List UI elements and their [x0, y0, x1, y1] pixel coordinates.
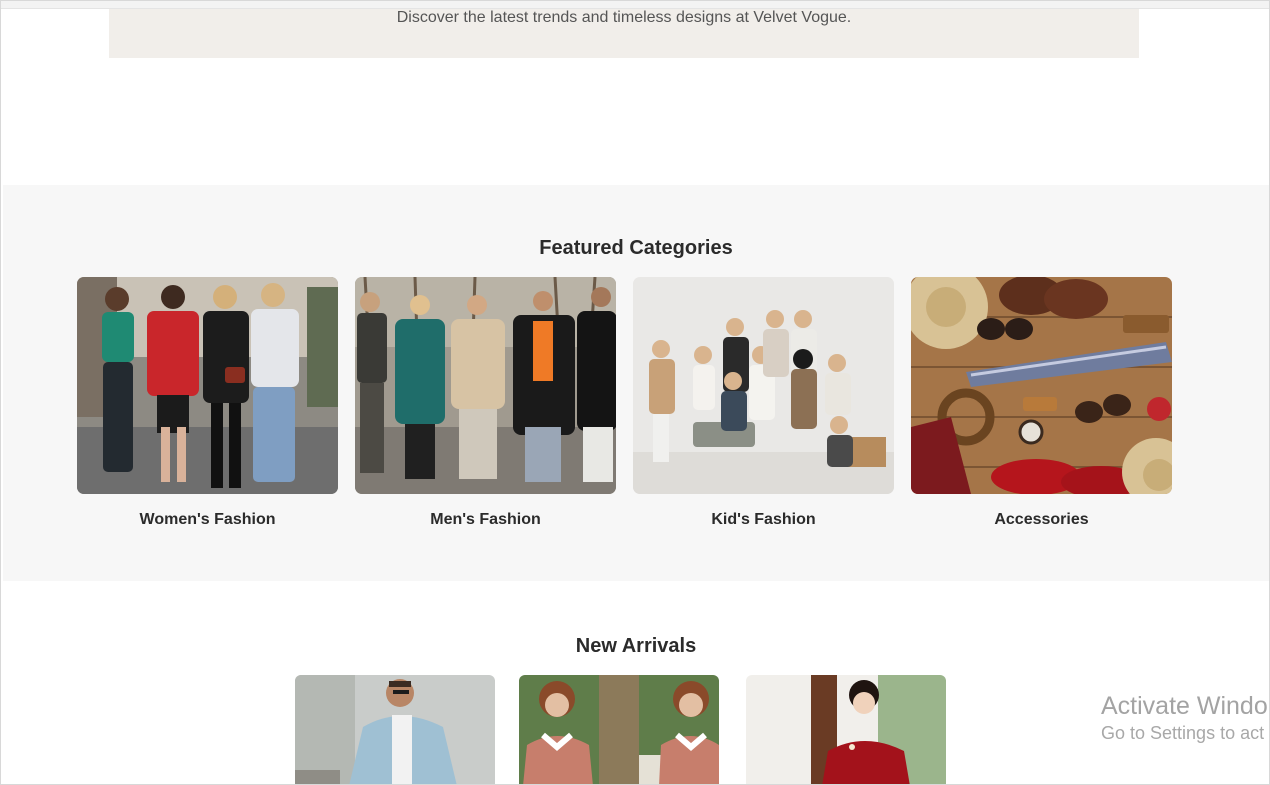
product-card[interactable]: [295, 675, 495, 785]
windows-activation-watermark: Activate Windo Go to Settings to act: [1101, 691, 1268, 745]
new-arrivals-title: New Arrivals: [575, 635, 697, 657]
accessories-label[interactable]: Accessories: [911, 511, 1172, 529]
hero-subtitle: Discover the latest trends and timeless …: [396, 9, 852, 26]
hero-banner: Discover the latest trends and timeless …: [109, 9, 1139, 58]
women-fashion-label[interactable]: Women's Fashion: [77, 511, 338, 529]
category-card-accessories[interactable]: Accessories: [911, 277, 1172, 529]
man-denim-jacket-image[interactable]: [295, 675, 495, 785]
featured-categories-section: Featured Categories Women's Fashion Men'…: [3, 185, 1269, 581]
girl-red-dress-image[interactable]: [746, 675, 946, 785]
accessories-image[interactable]: [911, 277, 1172, 494]
product-card[interactable]: [519, 675, 719, 785]
category-card-men[interactable]: Men's Fashion: [355, 277, 616, 529]
category-card-kids[interactable]: Kid's Fashion: [633, 277, 894, 529]
watermark-title: Activate Windo: [1101, 692, 1268, 720]
men-fashion-label[interactable]: Men's Fashion: [355, 511, 616, 529]
featured-categories-title: Featured Categories: [539, 237, 733, 259]
new-arrivals-section: New Arrivals: [3, 581, 1269, 785]
kids-fashion-image[interactable]: [633, 277, 894, 494]
category-card-women[interactable]: Women's Fashion: [77, 277, 338, 529]
browser-viewport: Discover the latest trends and timeless …: [0, 0, 1270, 785]
women-fashion-image[interactable]: [77, 277, 338, 494]
watermark-subtitle: Go to Settings to act: [1101, 723, 1265, 743]
product-card[interactable]: [746, 675, 946, 785]
top-border: [1, 1, 1269, 9]
women-collared-dress-image[interactable]: [519, 675, 719, 785]
kids-fashion-label[interactable]: Kid's Fashion: [633, 511, 894, 529]
men-fashion-image[interactable]: [355, 277, 616, 494]
